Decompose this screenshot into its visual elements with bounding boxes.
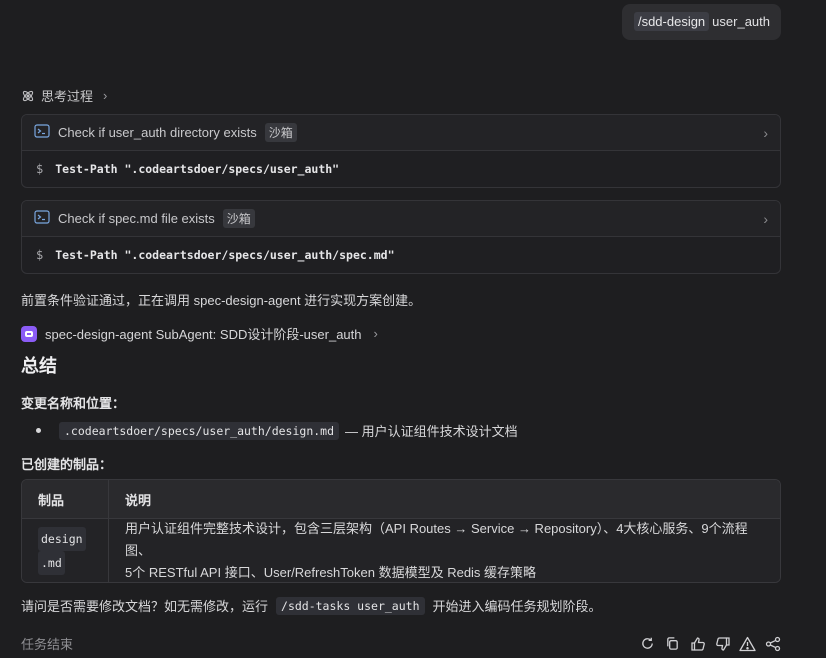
precheck-message: 前置条件验证通过，正在调用 spec-design-agent 进行实现方案创建… bbox=[21, 293, 422, 308]
atom-icon bbox=[21, 89, 35, 103]
bullet-description: — 用户认证组件技术设计文档 bbox=[345, 424, 518, 439]
command-argument: user_auth bbox=[712, 14, 770, 29]
chevron-right-icon: › bbox=[103, 88, 108, 103]
sandbox-badge: 沙箱 bbox=[222, 209, 255, 228]
table-cell-description: 用户认证组件完整技术设计，包含三层架构（API Routes → Service… bbox=[109, 519, 780, 582]
message-actions bbox=[639, 635, 781, 652]
thumbs-up-icon[interactable] bbox=[689, 635, 706, 652]
description-line: 5个 RESTful API 接口、User/RefreshToken 数据模型… bbox=[125, 564, 537, 580]
chevron-right-icon[interactable]: › bbox=[763, 125, 768, 141]
subagent-toggle[interactable]: spec-design-agent SubAgent: SDD设计阶段-user… bbox=[21, 324, 378, 343]
table-header-description: 说明 bbox=[125, 492, 152, 508]
tool-call-command: Test-Path ".codeartsdoer/specs/user_auth… bbox=[55, 248, 395, 262]
list-item: .codeartsdoer/specs/user_auth/design.md … bbox=[36, 421, 518, 440]
shell-prompt: $ bbox=[36, 248, 44, 262]
tool-call-command-row: $ Test-Path ".codeartsdoer/specs/user_au… bbox=[22, 237, 780, 273]
subagent-label: spec-design-agent SubAgent: SDD设计阶段-user… bbox=[45, 327, 362, 342]
tool-call-title: Check if user_auth directory exists bbox=[58, 125, 257, 140]
message-footer: 任务结束 bbox=[21, 634, 781, 653]
thinking-label: 思考过程 bbox=[41, 89, 94, 104]
tool-call-title: Check if spec.md file exists bbox=[58, 211, 215, 226]
chevron-right-icon: › bbox=[373, 326, 378, 341]
warning-icon[interactable] bbox=[739, 635, 756, 652]
bullet-dot bbox=[36, 428, 41, 433]
artifacts-table: 制品 说明 design .md 用户认证组件完整技术设计，包含三层架构（API… bbox=[21, 479, 781, 583]
sandbox-badge: 沙箱 bbox=[264, 123, 297, 142]
artifact-name-part: design bbox=[38, 526, 86, 551]
shell-prompt: $ bbox=[36, 162, 44, 176]
terminal-icon bbox=[34, 124, 50, 141]
thumbs-down-icon[interactable] bbox=[714, 635, 731, 652]
summary-heading: 总结 bbox=[21, 356, 57, 376]
thinking-toggle[interactable]: 思考过程 › bbox=[21, 86, 107, 105]
table-row: design .md 用户认证组件完整技术设计，包含三层架构（API Route… bbox=[22, 519, 780, 582]
user-message-bubble: /sdd-design user_auth bbox=[621, 4, 781, 40]
next-command-chip: /sdd-tasks user_auth bbox=[276, 596, 425, 615]
next-step-suffix: 开始进入编码任务规划阶段。 bbox=[432, 599, 602, 614]
share-icon[interactable] bbox=[764, 635, 781, 652]
command-chip: /sdd-design bbox=[633, 12, 710, 31]
table-header-artifact: 制品 bbox=[22, 480, 109, 518]
change-label: 变更名称和位置： bbox=[21, 396, 126, 411]
task-status: 任务结束 bbox=[21, 637, 74, 652]
description-line: 用户认证组件完整技术设计，包含三层架构（API Routes → Service… bbox=[125, 520, 748, 558]
next-step-message: 请问是否需要修改文档？如无需修改，运行 /sdd-tasks user_auth… bbox=[21, 596, 602, 615]
artifacts-label: 已创建的制品： bbox=[21, 457, 113, 472]
retry-icon[interactable] bbox=[639, 635, 656, 652]
tool-call-card: Check if spec.md file exists 沙箱 › $ Test… bbox=[21, 200, 781, 274]
tool-call-command: Test-Path ".codeartsdoer/specs/user_auth… bbox=[55, 162, 340, 176]
artifact-name-ext: .md bbox=[38, 550, 65, 575]
tool-call-command-row: $ Test-Path ".codeartsdoer/specs/user_au… bbox=[22, 151, 780, 187]
copy-icon[interactable] bbox=[664, 635, 681, 652]
next-step-prefix: 请问是否需要修改文档？如无需修改，运行 bbox=[21, 599, 269, 614]
tool-call-header[interactable]: Check if user_auth directory exists 沙箱 › bbox=[22, 115, 780, 151]
terminal-icon bbox=[34, 210, 50, 227]
table-cell-artifact: design .md bbox=[22, 519, 109, 582]
table-header: 制品 说明 bbox=[22, 480, 780, 519]
robot-icon bbox=[21, 325, 37, 342]
chevron-right-icon[interactable]: › bbox=[763, 211, 768, 227]
tool-call-card: Check if user_auth directory exists 沙箱 ›… bbox=[21, 114, 781, 188]
tool-call-header[interactable]: Check if spec.md file exists 沙箱 › bbox=[22, 201, 780, 237]
design-file-path: .codeartsdoer/specs/user_auth/design.md bbox=[59, 421, 340, 440]
